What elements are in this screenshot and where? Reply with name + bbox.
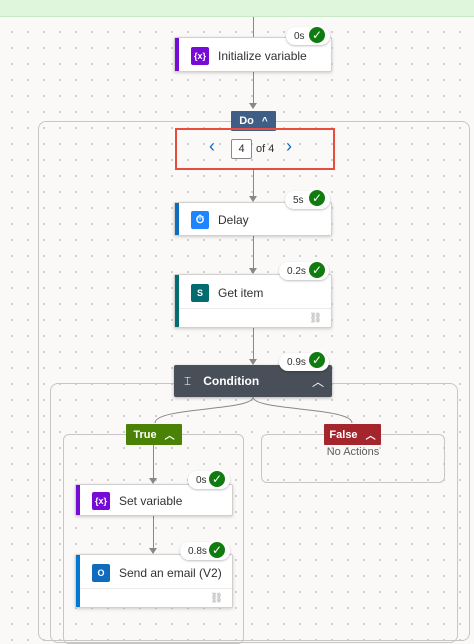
- card-title: Get item: [218, 285, 264, 300]
- run-status-banner: [0, 0, 474, 17]
- connector-arrow: [249, 103, 257, 109]
- card-title: Send an email (V2): [119, 565, 222, 580]
- condition-icon: ⌶: [184, 373, 192, 388]
- success-check-icon: ✓: [207, 540, 227, 560]
- success-check-icon: ✓: [307, 188, 327, 208]
- outlook-icon: O: [92, 563, 110, 582]
- card-header[interactable]: S Get item: [179, 275, 331, 310]
- success-check-icon: ✓: [207, 469, 227, 489]
- link-icon[interactable]: ⛓: [309, 313, 322, 324]
- card-footer: ⛓: [80, 588, 232, 607]
- duration-text: 0s: [294, 30, 305, 42]
- next-page-icon[interactable]: ›: [286, 136, 292, 157]
- duration-text: 0.8s: [188, 545, 207, 557]
- card-title: Initialize variable: [218, 48, 307, 63]
- card-header[interactable]: O Send an email (V2): [80, 555, 232, 590]
- true-branch-header[interactable]: True ︿: [126, 424, 182, 445]
- condition-title: Condition: [203, 374, 260, 388]
- chevron-up-icon[interactable]: ︿: [165, 427, 175, 442]
- success-check-icon: ✓: [307, 350, 327, 370]
- link-icon[interactable]: ⛓: [210, 593, 223, 604]
- variable-icon: {x}: [191, 46, 209, 65]
- false-branch-label: False: [329, 428, 358, 441]
- connector-line: [253, 17, 254, 37]
- chevron-up-icon[interactable]: ︿: [366, 427, 376, 442]
- duration-text: 5s: [293, 194, 304, 206]
- sharepoint-icon: S: [191, 283, 209, 302]
- variable-icon: {x}: [92, 492, 110, 510]
- no-actions-text: No Actions: [326, 446, 380, 458]
- page-number-input[interactable]: 4: [231, 139, 252, 159]
- chevron-up-icon[interactable]: ︿: [312, 373, 324, 390]
- get-item-card[interactable]: S Get item ⛓: [174, 274, 332, 328]
- send-email-card[interactable]: O Send an email (V2) ⛓: [75, 554, 233, 608]
- previous-page-icon[interactable]: ‹: [209, 136, 215, 157]
- success-check-icon: ✓: [307, 25, 327, 45]
- card-title: Set variable: [119, 494, 183, 508]
- true-branch-label: True: [133, 428, 157, 441]
- do-scope-label: Do: [239, 115, 254, 127]
- timer-icon: ⏱: [191, 211, 209, 229]
- false-branch-header[interactable]: False ︿: [324, 424, 381, 445]
- card-header[interactable]: {x} Set variable: [80, 485, 232, 517]
- duration-text: 0.2s: [287, 265, 306, 277]
- chevron-up-icon[interactable]: ^: [262, 116, 268, 127]
- duration-text: 0.9s: [287, 356, 306, 368]
- card-title: Delay: [218, 213, 249, 227]
- card-footer: ⛓: [179, 308, 331, 327]
- pager-highlight: [175, 128, 335, 170]
- branch-connectors: [154, 397, 353, 424]
- duration-text: 0s: [196, 474, 207, 486]
- page-count-text: of 4: [256, 143, 275, 155]
- success-check-icon: ✓: [307, 260, 327, 280]
